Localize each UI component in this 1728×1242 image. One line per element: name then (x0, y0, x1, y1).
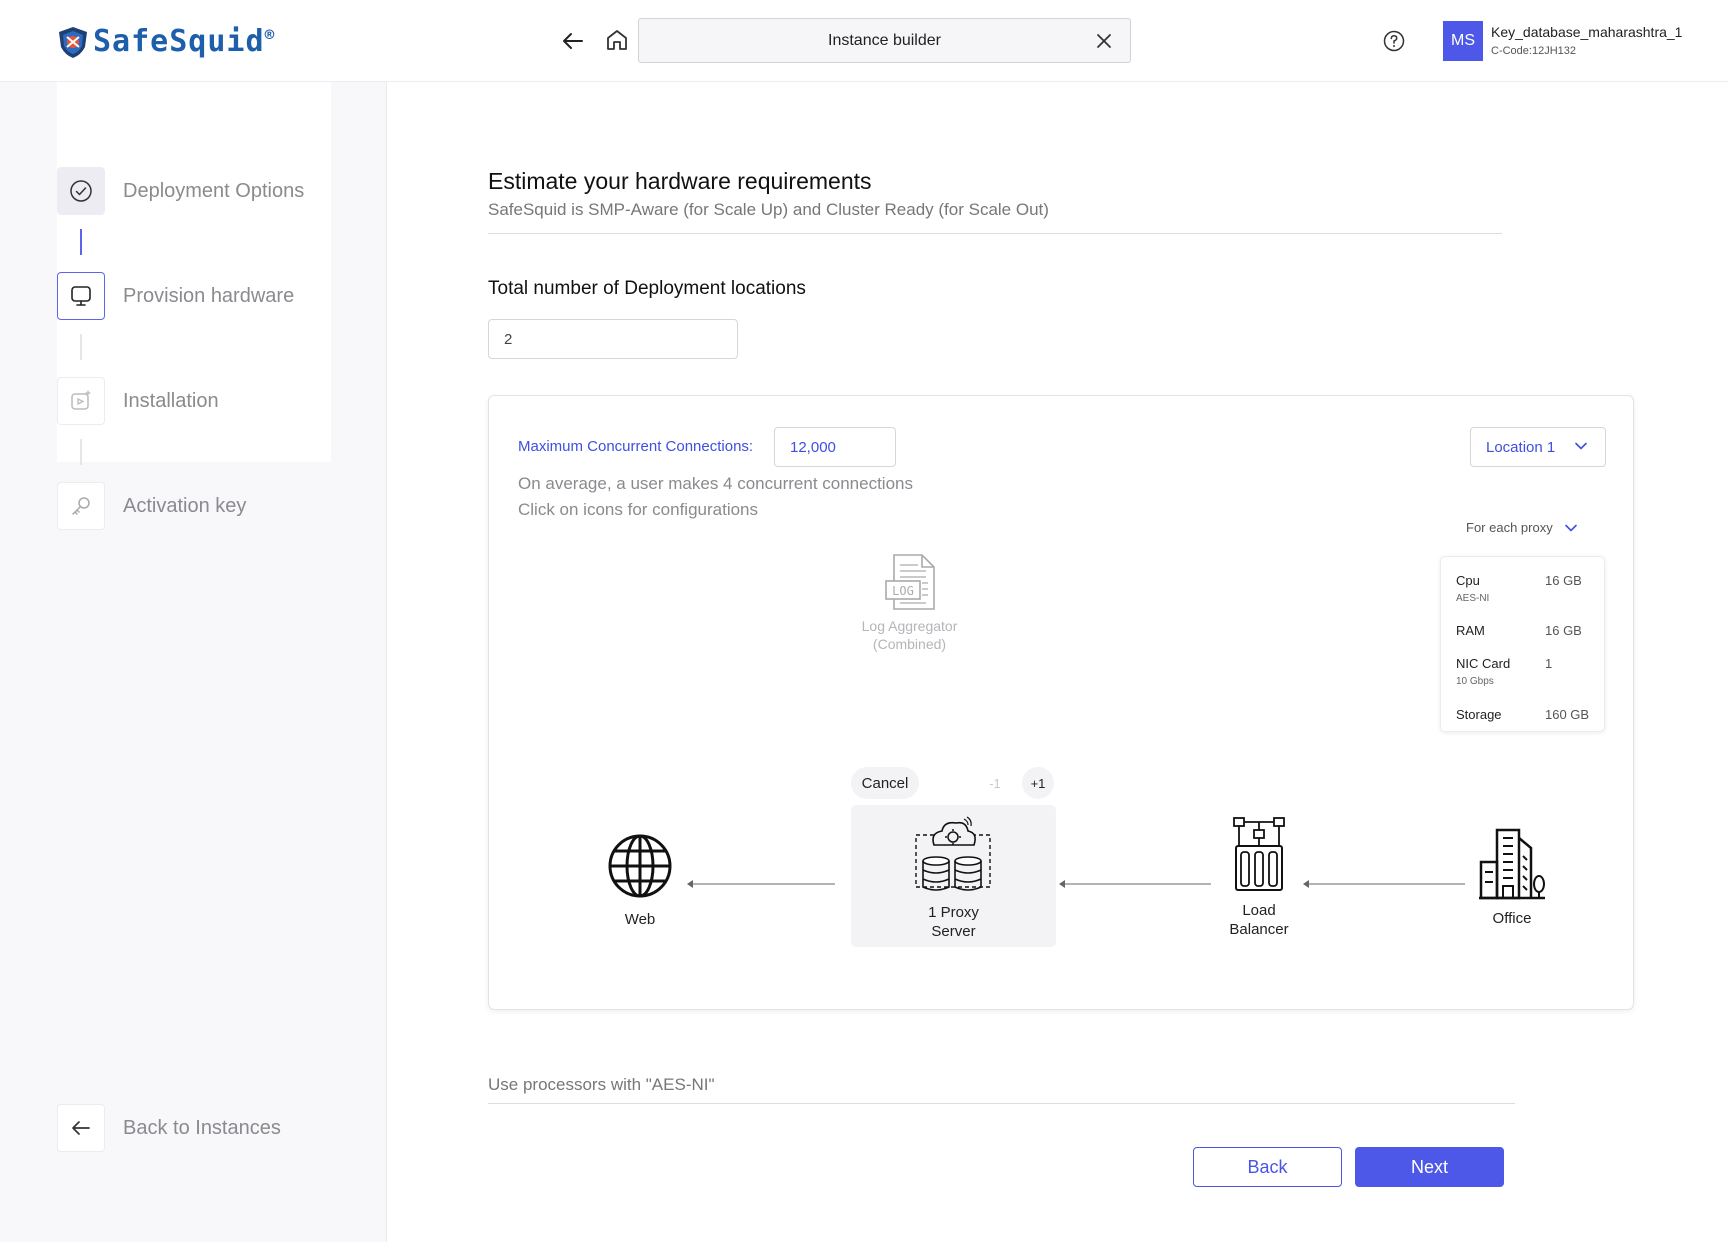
step-label: Deployment Options (123, 179, 305, 202)
log-aggregator-node[interactable]: LOG Log Aggregator (Combined) (847, 551, 972, 653)
aes-ni-note: Use processors with "AES-NI" (488, 1075, 715, 1094)
step-connector (80, 229, 82, 255)
divider (488, 1103, 1515, 1104)
office-building-icon (1479, 828, 1545, 900)
step-icon-wrap (57, 377, 105, 425)
proxy-server-label: 1 Proxy Server (928, 904, 979, 940)
step-icon-wrap (57, 482, 105, 530)
proxy-server-node[interactable]: 1 Proxy Server (851, 805, 1056, 947)
spec-value: 16 GB (1545, 573, 1582, 588)
safesquid-logo[interactable]: SafeSquid® (57, 24, 275, 59)
brand-name: SafeSquid® (93, 24, 276, 59)
mcc-input[interactable] (774, 427, 896, 467)
location-select[interactable]: Location 1 (1470, 427, 1606, 467)
monitor-icon (71, 286, 91, 306)
step-deployment-options[interactable]: Deployment Options (57, 167, 304, 215)
flow-arrow (1059, 880, 1211, 888)
spec-key: Cpu (1456, 573, 1480, 588)
load-balancer-label: Load Balancer (1229, 902, 1289, 938)
spec-value: 16 GB (1545, 623, 1582, 638)
chevron-down-icon (1564, 524, 1577, 532)
locations-title: Total number of Deployment locations (488, 278, 806, 299)
avatar[interactable]: MS (1443, 21, 1483, 61)
check-circle-icon (70, 180, 92, 202)
wizard-steps: Deployment Options Provision hardware In… (57, 82, 331, 530)
step-activation-key[interactable]: Activation key (57, 482, 246, 530)
proxy-scope-value: For each proxy (1466, 520, 1553, 535)
play-sparkle-icon (71, 390, 91, 410)
click-icons-note: Click on icons for configurations (518, 500, 759, 519)
step-label: Provision hardware (123, 284, 295, 307)
cloud-database-icon (915, 816, 991, 891)
home-icon[interactable] (604, 27, 630, 53)
close-icon[interactable] (1094, 31, 1114, 51)
page-title: Estimate your hardware requirements (488, 168, 872, 194)
mcc-label: Maximum Concurrent Connections: (518, 438, 754, 455)
web-label: Web (624, 911, 656, 928)
step-connector (80, 334, 82, 360)
arrow-left-icon (72, 1121, 90, 1135)
chevron-down-icon (1575, 442, 1587, 450)
help-icon[interactable] (1383, 30, 1405, 52)
step-label: Installation (123, 389, 219, 412)
flow-arrow (687, 880, 835, 888)
back-arrow-icon[interactable] (560, 28, 586, 54)
log-file-icon: LOG (884, 554, 935, 610)
step-connector (80, 439, 82, 465)
location-select-value: Location 1 (1486, 438, 1556, 456)
user-code: C-Code:12JH132 (1491, 45, 1576, 57)
user-name: Key_database_maharashtra_1 (1491, 24, 1683, 40)
spec-sub: AES-NI (1456, 593, 1490, 604)
log-aggregator-label: Log Aggregator (861, 618, 958, 634)
spec-sub: 10 Gbps (1456, 676, 1494, 687)
back-to-instances-button[interactable]: Back to Instances (57, 1104, 281, 1152)
hardware-spec-panel: Cpu AES-NI 16 GB RAM 16 GB NIC Card 10 G… (1440, 556, 1605, 732)
spec-key: NIC Card (1456, 656, 1511, 671)
flow-arrow (1303, 880, 1465, 888)
top-bar: SafeSquid® Instance builder MS Key_datab… (0, 0, 1728, 82)
log-aggregator-sublabel: (Combined) (872, 636, 947, 652)
step-icon-wrap (57, 1104, 105, 1152)
office-label: Office (1492, 910, 1532, 927)
back-button[interactable]: Back (1193, 1147, 1342, 1187)
tab-instance-builder[interactable]: Instance builder (638, 18, 1131, 63)
locations-input[interactable] (488, 319, 738, 359)
step-icon-wrap (57, 272, 105, 320)
avg-connections-note: On average, a user makes 4 concurrent co… (518, 474, 913, 493)
step-icon-wrap (57, 167, 105, 215)
tab-label: Instance builder (828, 31, 941, 49)
load-balancer-icon (1233, 817, 1285, 891)
next-button[interactable]: Next (1355, 1147, 1504, 1187)
load-balancer-node[interactable] (1232, 816, 1286, 897)
page-subtitle: SafeSquid is SMP-Aware (for Scale Up) an… (488, 200, 1049, 219)
step-installation[interactable]: Installation (57, 377, 219, 425)
globe-icon (608, 834, 672, 898)
spec-value: 160 GB (1545, 707, 1590, 722)
increment-proxy-button[interactable]: +1 (1022, 767, 1054, 799)
divider (488, 233, 1502, 234)
spec-key: Storage (1456, 707, 1502, 722)
office-node[interactable] (1477, 828, 1547, 905)
step-label: Activation key (123, 494, 247, 517)
web-node[interactable] (607, 833, 673, 904)
spec-value: 1 (1545, 656, 1553, 671)
spec-key: RAM (1456, 623, 1485, 638)
decrement-proxy-button[interactable]: -1 (979, 767, 1011, 799)
cancel-button[interactable]: Cancel (851, 767, 919, 799)
back-to-instances-label: Back to Instances (123, 1116, 281, 1139)
step-provision-hardware[interactable]: Provision hardware (57, 272, 294, 320)
shield-logo-icon (59, 26, 87, 58)
topology-card: Maximum Concurrent Connections: On avera… (488, 395, 1634, 1010)
key-icon (72, 497, 90, 515)
svg-text:LOG: LOG (892, 584, 914, 598)
proxy-scope-select[interactable]: For each proxy (1466, 520, 1577, 535)
